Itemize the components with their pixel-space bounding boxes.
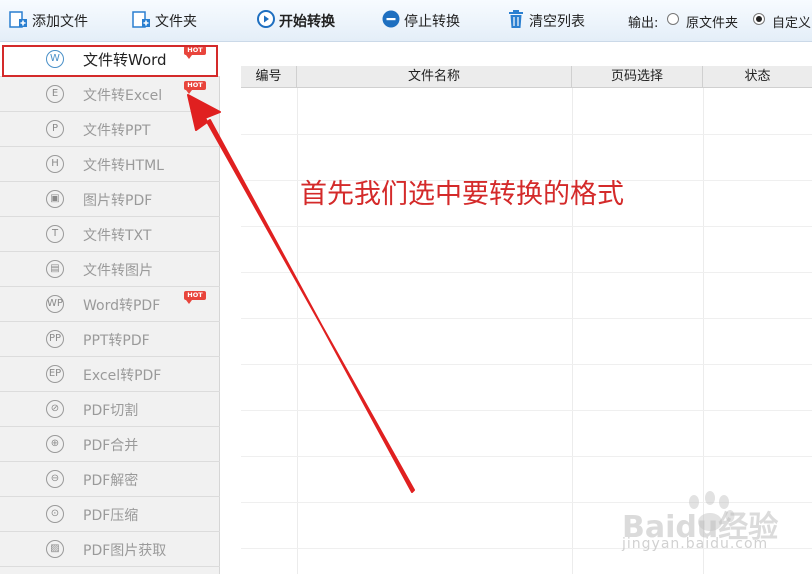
row-divider [241,410,812,411]
annotation-text: 首先我们选中要转换的格式 [300,179,624,210]
table-header: 编号 文件名称 页码选择 状态 [241,66,812,88]
trash-icon [507,9,525,33]
stop-convert-label: 停止转换 [404,14,460,30]
add-folder-label: 文件夹 [155,14,197,30]
radio-original-folder-label: 原文件夹 [686,16,739,31]
sidebar-item-label: 文件转TXT [83,228,152,244]
sidebar-item[interactable]: ⊙ PDF压缩 [0,497,220,532]
sidebar-item[interactable]: H 文件转HTML [0,147,220,182]
add-file-icon [8,9,28,33]
format-icon: T [46,225,64,243]
highlight-box [2,45,218,77]
sidebar-item-label: Excel转PDF [83,368,162,384]
format-icon: ▤ [46,260,64,278]
row-divider [241,456,812,457]
format-icon: ▣ [46,190,64,208]
sidebar-item[interactable]: P 文件转PPT [0,112,220,147]
radio-custom-folder-label: 自定义 [772,16,812,31]
output-label: 输出: [628,16,659,31]
hot-badge: HOT [184,81,206,94]
sidebar-item-label: PDF合并 [83,438,139,454]
row-divider [241,226,812,227]
sidebar-item-label: PDF解密 [83,473,139,489]
sidebar-item[interactable]: EP Excel转PDF [0,357,220,392]
sidebar-item[interactable]: ⊖ PDF解密 [0,462,220,497]
format-icon: ⊕ [46,435,64,453]
sidebar-item[interactable]: ▤ 文件转图片 [0,252,220,287]
sidebar-item[interactable]: ▣ 图片转PDF [0,182,220,217]
play-icon [257,10,275,32]
sidebar-item[interactable]: ▨ PDF图片获取 [0,532,220,567]
format-icon: EP [46,365,64,383]
sidebar-item[interactable]: ⊕ PDF合并 [0,427,220,462]
row-divider [241,134,812,135]
format-icon: P [46,120,64,138]
watermark-url: jingyan.baidu.com [622,536,769,552]
sidebar-item-label: 图片转PDF [83,193,153,209]
sidebar-item-label: 文件转PPT [83,123,151,139]
column-header-status[interactable]: 状态 [703,66,812,88]
add-file-label: 添加文件 [32,14,88,30]
sidebar-item-label: Word转PDF [83,298,161,314]
sidebar-item-label: PPT转PDF [83,333,150,349]
clear-list-button[interactable]: 清空列表 [507,9,585,33]
stop-convert-button[interactable]: 停止转换 [382,9,460,33]
clear-list-label: 清空列表 [529,14,585,30]
sidebar-item-label: PDF切割 [83,403,139,419]
column-header-page-select[interactable]: 页码选择 [572,66,703,88]
add-file-button[interactable]: 添加文件 [8,9,88,33]
column-header-filename[interactable]: 文件名称 [297,66,572,88]
format-icon: ▨ [46,540,64,558]
format-icon: E [46,85,64,103]
format-icon: PP [46,330,64,348]
add-folder-icon [131,9,151,33]
toolbar: 添加文件 文件夹 开始转换 停止转换 清空列表 输出: 原文件夹 自定义 [0,0,812,42]
sidebar: W 文件转Word HOT E 文件转Excel HOT P 文件转PPT H 文件转HTML ▣ 图… [0,42,220,574]
stop-icon [382,10,400,32]
sidebar-item[interactable]: WP Word转PDF HOT [0,287,220,322]
format-icon: ⊘ [46,400,64,418]
row-divider [241,272,812,273]
row-divider [241,318,812,319]
sidebar-item-label: 文件转Excel [83,88,163,104]
add-folder-button[interactable]: 文件夹 [131,9,197,33]
radio-original-folder[interactable] [667,13,679,25]
start-convert-button[interactable]: 开始转换 [257,9,335,33]
sidebar-item-label: PDF图片获取 [83,543,167,559]
radio-custom-folder[interactable] [753,13,765,25]
sidebar-item[interactable]: T 文件转TXT [0,217,220,252]
hot-badge: HOT [184,291,206,304]
sidebar-item[interactable]: ⊘ PDF切割 [0,392,220,427]
format-icon: ⊙ [46,505,64,523]
format-icon: ⊖ [46,470,64,488]
sidebar-item-label: 文件转图片 [83,263,153,279]
sidebar-item[interactable]: PP PPT转PDF [0,322,220,357]
format-icon: WP [46,295,64,313]
sidebar-item[interactable]: E 文件转Excel HOT [0,77,220,112]
format-icon: H [46,155,64,173]
start-convert-label: 开始转换 [279,14,335,30]
sidebar-item-label: 文件转HTML [83,158,164,174]
column-header-number[interactable]: 编号 [241,66,297,88]
sidebar-item-label: PDF压缩 [83,508,139,524]
row-divider [241,364,812,365]
